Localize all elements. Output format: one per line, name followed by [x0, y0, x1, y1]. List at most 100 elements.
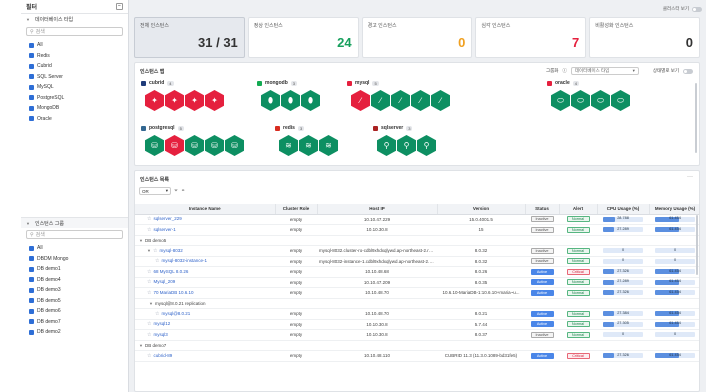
- instance-name-cell[interactable]: ☆ sqlserver-1: [135, 224, 275, 236]
- sidebar-filter-item[interactable]: MongoDB: [21, 103, 128, 114]
- toggle-switch[interactable]: [692, 6, 702, 12]
- filter-operator-select[interactable]: OR ▾: [139, 187, 171, 195]
- column-header[interactable]: Version: [437, 204, 526, 215]
- checkbox-checked-icon[interactable]: [29, 53, 34, 59]
- instance-hex[interactable]: ∕: [351, 90, 370, 111]
- checkbox-checked-icon[interactable]: [29, 287, 34, 293]
- chevron-down-icon[interactable]: ▼: [139, 238, 143, 243]
- group-row-cell[interactable]: ▼ mysql@8.0.21 replication: [135, 298, 699, 309]
- instance-hex[interactable]: ⬭: [571, 90, 590, 111]
- column-header[interactable]: CPU Usage (%): [597, 204, 650, 215]
- link-icon[interactable]: ⚭: [181, 188, 185, 194]
- status-view-toggle[interactable]: [683, 68, 693, 74]
- instance-hex[interactable]: ∕: [431, 90, 450, 111]
- more-icon[interactable]: ···: [687, 174, 693, 180]
- sidebar-filter-item[interactable]: DB demo6: [21, 306, 128, 317]
- stat-card[interactable]: 비활성화 인스턴스 0: [589, 17, 700, 58]
- instance-hex[interactable]: ⚲: [397, 135, 416, 156]
- instance-hex[interactable]: ⚲: [377, 135, 396, 156]
- instance-name-cell[interactable]: ▼ ☆ mysql-8032: [135, 245, 275, 257]
- column-header[interactable]: Alert: [559, 204, 598, 215]
- star-icon[interactable]: ☆: [147, 279, 151, 285]
- instance-hex[interactable]: ✦: [145, 90, 164, 111]
- star-icon[interactable]: ☆: [147, 353, 151, 359]
- checkbox-checked-icon[interactable]: [29, 319, 34, 325]
- checkbox-checked-icon[interactable]: [29, 63, 34, 69]
- column-header[interactable]: Instance Name: [135, 204, 276, 215]
- instance-name-cell[interactable]: ☆ 70 MariaDB 10.6.10: [135, 287, 275, 299]
- filter-icon[interactable]: ⏷: [174, 188, 178, 194]
- sidebar-filter-item[interactable]: DB demo4: [21, 275, 128, 286]
- instance-hex[interactable]: ∕: [371, 90, 390, 111]
- table-row[interactable]: ▼ ☆ mysql-8032 empty mysql-8032.cluster-ro-c…: [135, 245, 699, 257]
- star-icon[interactable]: ☆: [147, 321, 151, 327]
- sidebar-filter-item[interactable]: Redis: [21, 51, 128, 62]
- sidebar-filter-item[interactable]: All: [21, 243, 128, 254]
- sidebar-filter-item[interactable]: DB demo2: [21, 327, 128, 338]
- sidebar-filter-item[interactable]: Cubrid: [21, 61, 128, 72]
- instance-name-cell[interactable]: ☆ mysql3: [135, 329, 275, 341]
- instance-name-cell[interactable]: ☆ Mysql_209: [135, 277, 275, 288]
- table-row[interactable]: ☆ 68 MySQL 8.0.26 empty 10.10.48.68 8.0.26 Ac…: [135, 266, 699, 278]
- checkbox-checked-icon[interactable]: [29, 95, 34, 101]
- checkbox-checked-icon[interactable]: [29, 116, 34, 122]
- instance-group-search-input[interactable]: ⚲ 검색: [26, 230, 123, 239]
- sidebar-filter-item[interactable]: SQL Server: [21, 72, 128, 83]
- stat-card[interactable]: 전체 인스턴스 31 / 31: [134, 17, 245, 58]
- table-row[interactable]: ☆ sqlserver_229 empty 10.10.47.229 15.0.4001…: [135, 214, 699, 225]
- instance-name-cell[interactable]: ☆ mysql12: [135, 319, 275, 330]
- star-icon[interactable]: ☆: [155, 311, 159, 317]
- table-row[interactable]: ☆ mysql3 empty 10.10.30.8 8.0.37 Inactive Norm…: [135, 329, 699, 341]
- map-scrollbar[interactable]: [695, 83, 697, 153]
- instance-hex[interactable]: ⬭: [591, 90, 610, 111]
- stat-card[interactable]: 경고 인스턴스 0: [361, 17, 473, 58]
- chevron-down-icon[interactable]: ▼: [147, 248, 151, 253]
- cluster-view-toggle[interactable]: 클러스터 보기: [663, 6, 702, 12]
- instance-hex[interactable]: ≋: [319, 135, 338, 156]
- group-by-select[interactable]: 데이터베이스 타입 ▾: [570, 67, 639, 75]
- star-icon[interactable]: ☆: [147, 216, 151, 222]
- table-row[interactable]: ☆ cubrid-89 empty 10.10.48.110 CUBRID 11.3 (…: [135, 350, 699, 362]
- stat-card[interactable]: 정상 인스턴스 24: [247, 17, 359, 58]
- checkbox-checked-icon[interactable]: [29, 105, 34, 111]
- sidebar-filter-item[interactable]: DB demo7: [21, 317, 128, 328]
- instance-hex[interactable]: ⛁: [185, 135, 204, 156]
- checkbox-checked-icon[interactable]: [29, 329, 34, 335]
- chevron-down-icon[interactable]: ▼: [139, 343, 143, 348]
- instance-hex[interactable]: ⛁: [145, 135, 164, 156]
- checkbox-checked-icon[interactable]: [29, 256, 34, 262]
- sidebar-filter-item[interactable]: MySQL: [21, 82, 128, 93]
- instance-name-cell[interactable]: ☆ sqlserver_229: [135, 214, 275, 225]
- instance-hex[interactable]: ≋: [279, 135, 298, 156]
- star-icon[interactable]: ☆: [153, 248, 157, 254]
- star-icon[interactable]: ☆: [147, 290, 151, 296]
- column-header[interactable]: Memory Usage (%): [649, 204, 699, 215]
- sidebar-filter-item[interactable]: DB demo5: [21, 296, 128, 307]
- sidebar-filter-item[interactable]: Oracle: [21, 114, 128, 125]
- instance-group-header[interactable]: ▼ 인스턴스 그룹: [21, 217, 128, 228]
- instance-name-cell[interactable]: ☆ mysql@8.0.21: [135, 308, 275, 320]
- instance-hex[interactable]: ⬮: [281, 90, 300, 111]
- column-header[interactable]: Host IP: [317, 204, 438, 215]
- sidebar-filter-item[interactable]: DB demo3: [21, 285, 128, 296]
- checkbox-checked-icon[interactable]: [29, 298, 34, 304]
- instance-hex[interactable]: ⬮: [261, 90, 280, 111]
- group-row-cell[interactable]: ▼ DB demo7: [135, 340, 699, 351]
- table-row[interactable]: ▼ DB demo7: [135, 340, 699, 351]
- table-row[interactable]: ☆ 70 MariaDB 10.6.10 empty 10.10.48.70 10.6.…: [135, 287, 699, 299]
- table-row[interactable]: ▼ mysql@8.0.21 replication: [135, 298, 699, 309]
- table-row[interactable]: ▼ DB demo5: [135, 235, 699, 246]
- checkbox-checked-icon[interactable]: [29, 245, 34, 251]
- checkbox-checked-icon[interactable]: [29, 84, 34, 90]
- sidebar-filter-item[interactable]: PostgreSQL: [21, 93, 128, 104]
- db-type-search-input[interactable]: ⚲ 검색: [26, 27, 123, 36]
- star-icon[interactable]: ☆: [147, 227, 151, 233]
- instance-hex[interactable]: ⬮: [301, 90, 320, 111]
- checkbox-checked-icon[interactable]: [29, 277, 34, 283]
- checkbox-checked-icon[interactable]: [29, 74, 34, 80]
- instance-name-cell[interactable]: ☆ 68 MySQL 8.0.26: [135, 266, 275, 278]
- instance-hex[interactable]: ✦: [185, 90, 204, 111]
- instance-name-cell[interactable]: ☆ cubrid-89: [135, 350, 275, 362]
- sidebar-filter-item[interactable]: DB demo1: [21, 264, 128, 275]
- instance-hex[interactable]: ∕: [391, 90, 410, 111]
